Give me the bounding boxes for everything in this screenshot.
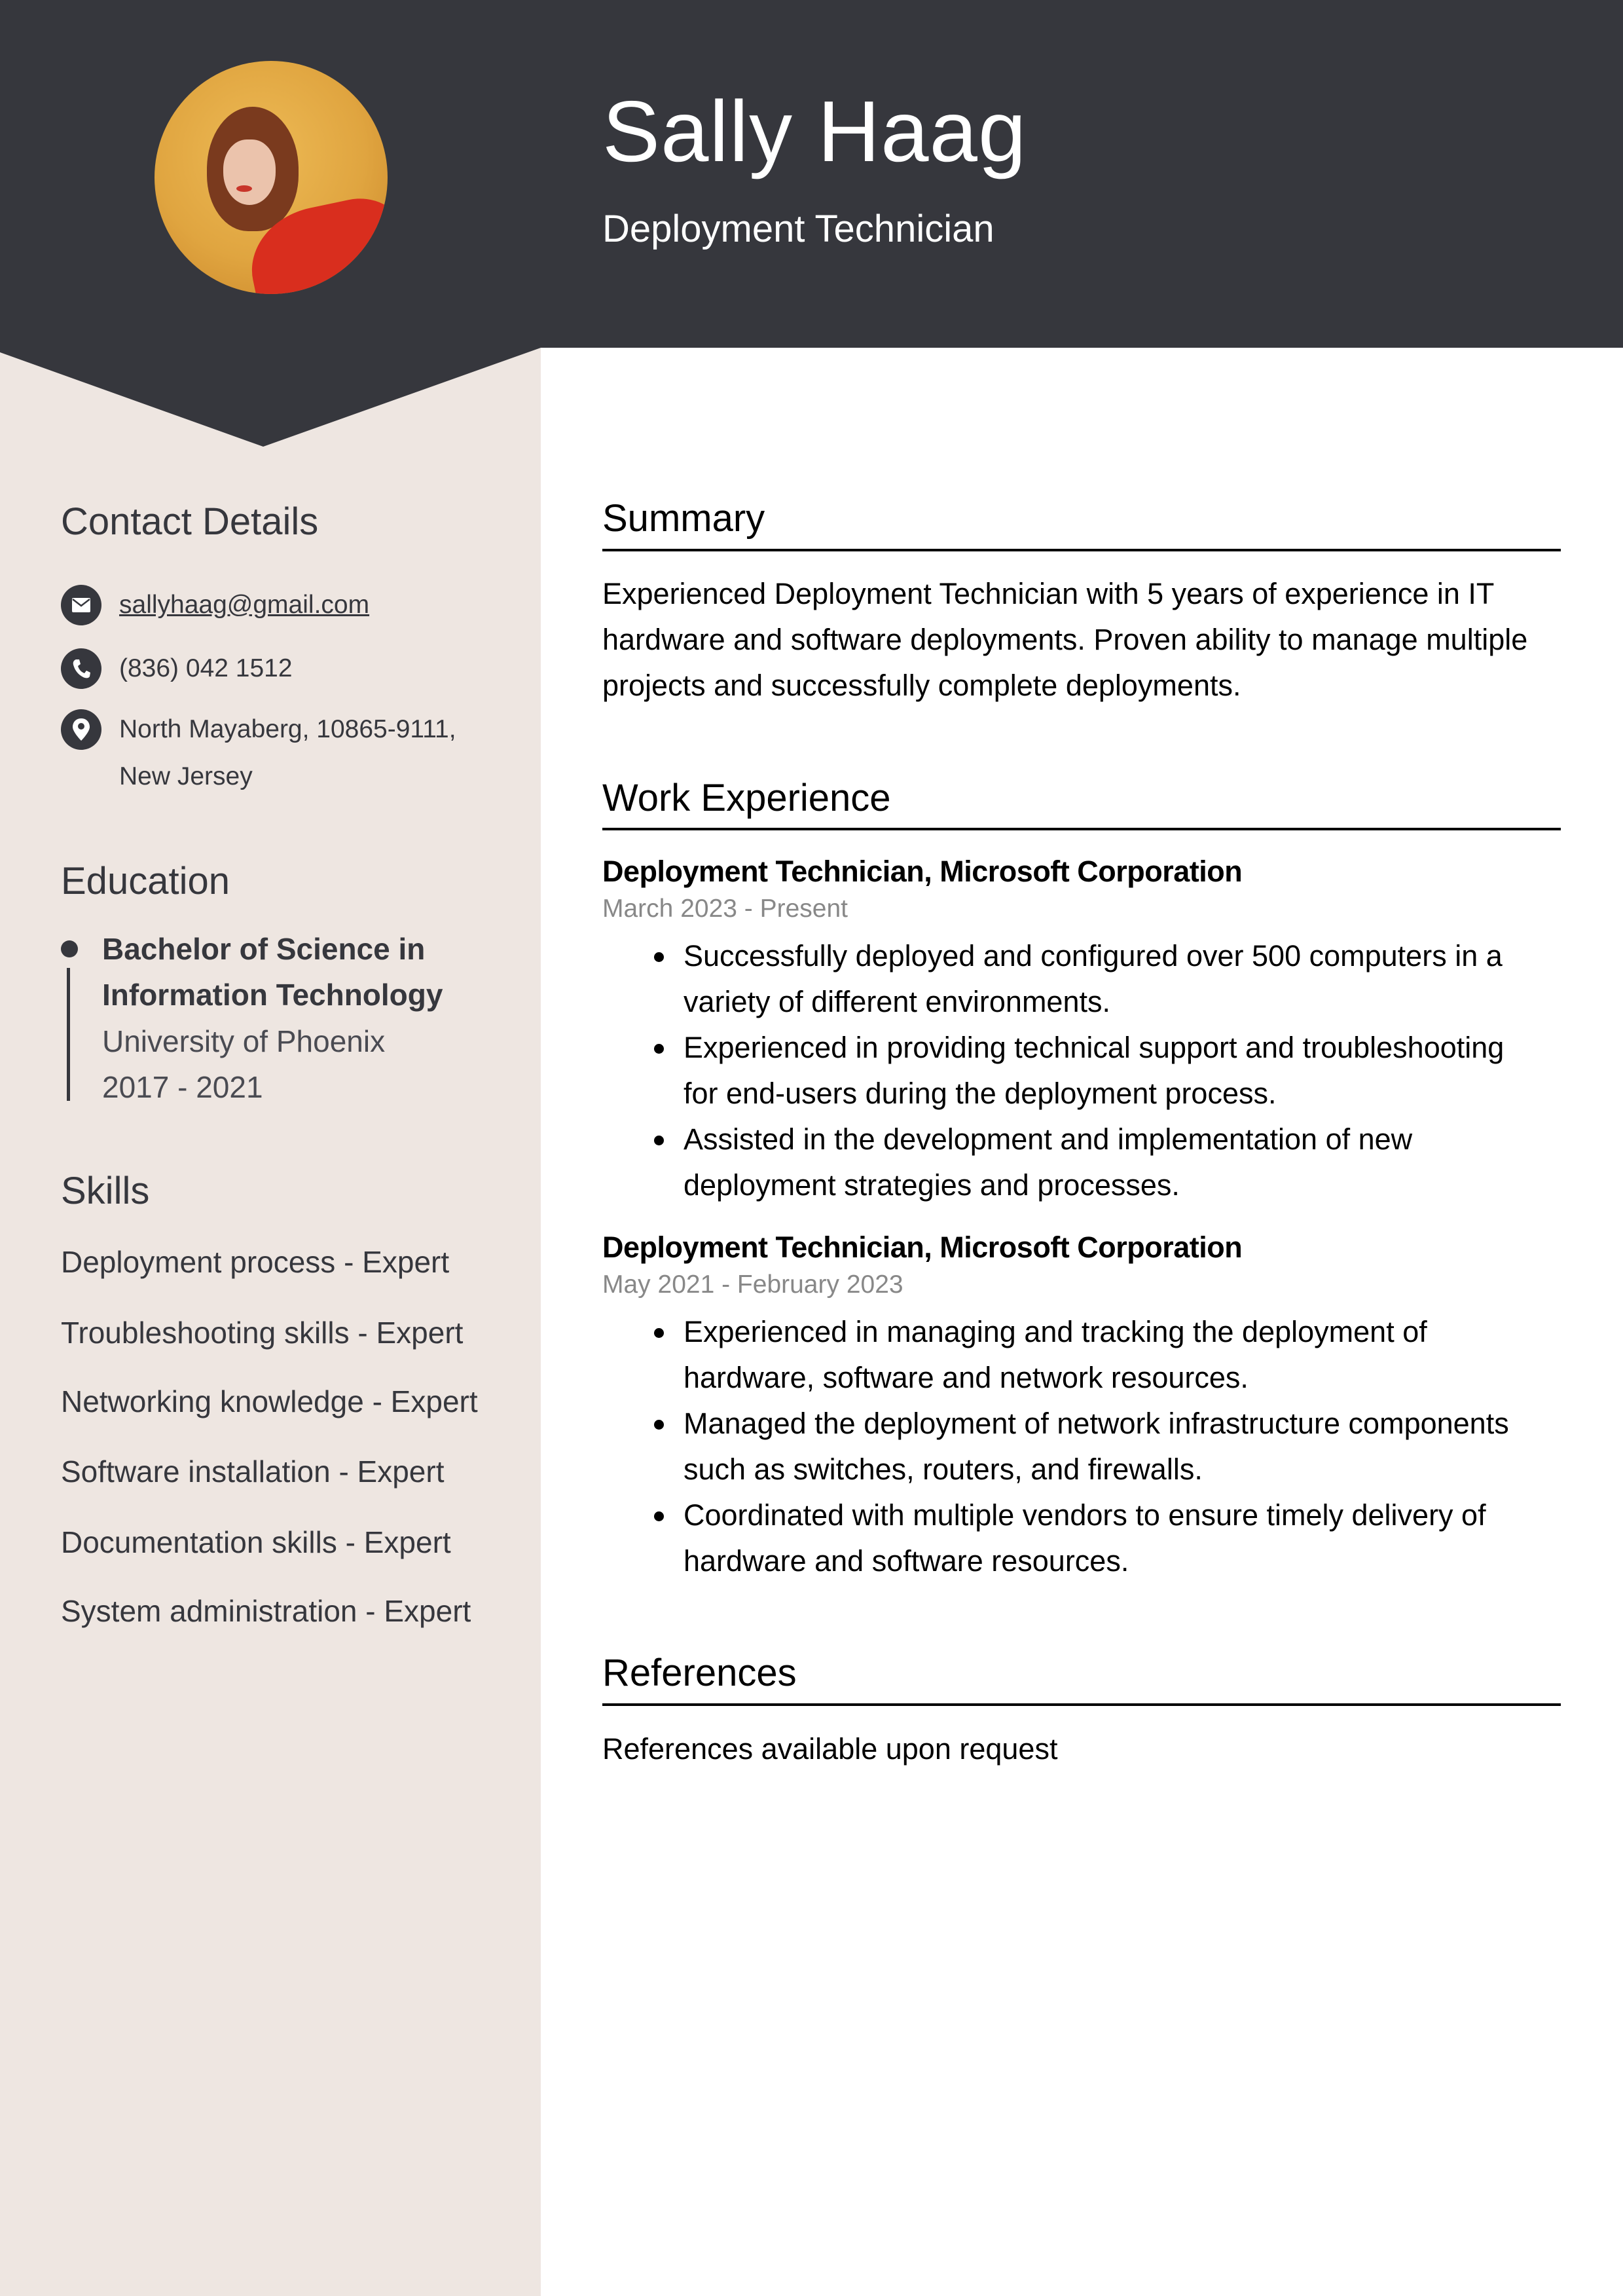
bullet-line: Coordinated with multiple vendors to ens… [684,1498,1486,1532]
timeline-dot [61,940,78,957]
bullet-line: deployment strategies and processes. [684,1168,1180,1202]
summary-line: Experienced Deployment Technician with 5… [602,577,1495,610]
address-line-2: New Jersey [119,762,253,790]
avatar [155,61,388,294]
bullet-dot [654,1136,664,1145]
avatar-face [223,139,276,205]
phone-icon [61,648,101,689]
address: North Mayaberg, 10865-9111, New Jersey [119,706,456,800]
work-divider [602,828,1561,830]
job-bullet: Managed the deployment of network infras… [654,1401,1574,1492]
bullet-line: such as switches, routers, and firewalls… [684,1453,1203,1486]
job-bullet: Coordinated with multiple vendors to ens… [654,1492,1574,1584]
job-dates: March 2023 - Present [602,895,848,923]
summary-line: projects and successfully complete deplo… [602,669,1241,702]
education-school: University of Phoenix [102,1024,386,1058]
bullet-line: Successfully deployed and configured ove… [684,939,1503,972]
address-line-1: North Mayaberg, 10865-9111, [119,715,456,743]
header-chevron [0,347,541,447]
skill-item: System administration - Expert [61,1594,471,1628]
contact-phone-row: (836) 042 1512 [61,648,293,692]
skills-heading: Skills [61,1170,150,1212]
summary-line: hardware and software deployments. Prove… [602,623,1528,656]
bullet-dot [654,1420,664,1430]
phone-number: (836) 042 1512 [119,654,293,682]
job-title: Deployment Technician, Microsoft Corpora… [602,1231,1243,1264]
job-bullets: Successfully deployed and configured ove… [654,933,1574,1208]
skill-item: Deployment process - Expert [61,1245,450,1279]
job-bullets: Experienced in managing and tracking the… [654,1309,1574,1584]
skill-item: Troubleshooting skills - Expert [61,1316,464,1350]
location-pin-icon [61,709,101,750]
skill-item: Networking knowledge - Expert [61,1384,478,1418]
job-bullet: Experienced in managing and tracking the… [654,1309,1574,1401]
job-bullet: Assisted in the development and implemen… [654,1117,1574,1208]
summary-text: Experienced Deployment Technician with 5… [602,571,1561,709]
candidate-name: Sally Haag [602,83,1027,179]
bullet-line: for end-users during the deployment proc… [684,1077,1277,1110]
skill-item: Software installation - Expert [61,1454,445,1489]
job-dates: May 2021 - February 2023 [602,1270,903,1299]
work-heading: Work Experience [602,777,891,819]
envelope-icon [61,585,101,625]
bullet-line: Assisted in the development and implemen… [684,1122,1413,1156]
contact-email-row: sallyhaag@gmail.com [61,585,369,629]
timeline-line [67,968,70,1101]
references-text: References available upon request [602,1732,1058,1766]
bullet-line: Experienced in managing and tracking the… [684,1315,1427,1348]
education-heading: Education [61,860,230,902]
bullet-dot [654,952,664,962]
education-degree-line-2: Information Technology [102,978,443,1012]
bullet-dot [654,1044,664,1054]
job-bullet: Experienced in providing technical suppo… [654,1025,1574,1117]
bullet-line: hardware, software and network resources… [684,1361,1249,1394]
education-degree-line-1: Bachelor of Science in [102,932,426,966]
summary-heading: Summary [602,497,765,540]
bullet-line: Experienced in providing technical suppo… [684,1031,1504,1064]
email-link[interactable]: sallyhaag@gmail.com [119,582,369,629]
bullet-dot [654,1328,664,1338]
bullet-line: Managed the deployment of network infras… [684,1407,1509,1440]
contact-address-row: North Mayaberg, 10865-9111, New Jersey [61,709,456,800]
bullet-dot [654,1511,664,1521]
education-years: 2017 - 2021 [102,1070,263,1104]
bullet-line: variety of different environments. [684,985,1110,1018]
job-title: Deployment Technician, Microsoft Corpora… [602,855,1243,888]
candidate-job-title: Deployment Technician [602,208,994,250]
avatar-lips [236,185,252,192]
references-divider [602,1703,1561,1706]
skill-item: Documentation skills - Expert [61,1525,451,1559]
contact-heading: Contact Details [61,500,319,543]
summary-divider [602,549,1561,551]
references-heading: References [602,1652,797,1694]
job-bullet: Successfully deployed and configured ove… [654,933,1574,1025]
bullet-line: hardware and software resources. [684,1544,1129,1578]
